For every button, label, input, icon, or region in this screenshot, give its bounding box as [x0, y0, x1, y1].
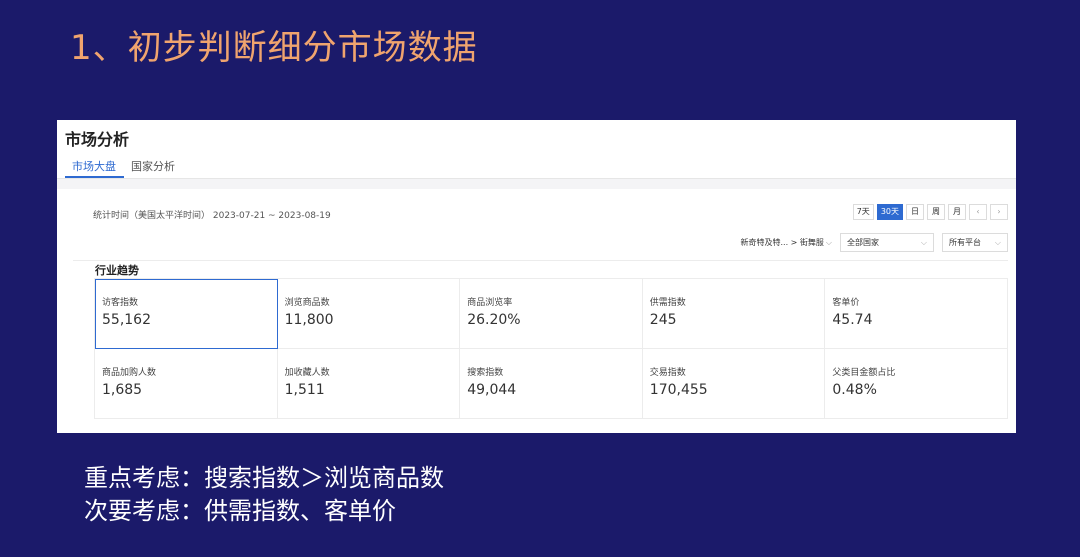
metric-label: 客单价: [832, 298, 860, 308]
tab-market-overview[interactable]: 市场大盘: [65, 156, 124, 178]
metric-card-browsed-products[interactable]: 浏览商品数 11,800: [277, 279, 461, 349]
country-select-value: 全部国家: [847, 238, 879, 247]
metric-value: 49,044: [467, 382, 517, 398]
market-analysis-screenshot: 市场分析 市场大盘 国家分析 统计时间（美国太平洋时间） 2023-07-21 …: [57, 120, 1016, 433]
country-select[interactable]: 全部国家 ⌵: [840, 233, 934, 252]
period-week-button[interactable]: 周: [927, 204, 945, 220]
metric-label: 供需指数: [649, 298, 686, 308]
metric-card-visitor-index[interactable]: 访客指数 55,162: [95, 279, 278, 349]
platform-select[interactable]: 所有平台 ⌵: [942, 233, 1008, 252]
metric-label: 加收藏人数: [284, 368, 330, 378]
metric-label: 商品浏览率: [467, 298, 513, 308]
date-range-text: 统计时间（美国太平洋时间） 2023-07-21 ~ 2023-08-19: [93, 211, 331, 221]
metric-value: 45.74: [832, 312, 873, 328]
metric-value: 1,511: [284, 382, 325, 398]
tab-country-analysis[interactable]: 国家分析: [124, 156, 183, 178]
category-path-select[interactable]: 新奇特及特... > 街舞服 ⌵: [741, 237, 833, 248]
note-secondary: 次要考虑：供需指数、客单价: [84, 497, 396, 525]
metric-label: 搜索指数: [467, 368, 504, 378]
period-selector: 7天 30天 日 周 月 ‹ ›: [852, 204, 1008, 220]
category-path-label: 新奇特及特... > 街舞服: [740, 238, 824, 247]
metric-value: 26.20%: [467, 312, 521, 328]
metric-card-transaction-index[interactable]: 交易指数 170,455: [642, 349, 826, 419]
metric-value: 11,800: [284, 312, 334, 328]
period-day-button[interactable]: 日: [906, 204, 924, 220]
metric-value: 245: [649, 312, 677, 328]
tab-bar: 市场大盘 国家分析: [65, 156, 183, 178]
chevron-left-icon[interactable]: ‹: [969, 204, 987, 220]
metric-label: 交易指数: [649, 368, 686, 378]
metric-card-supply-demand-index[interactable]: 供需指数 245: [642, 279, 826, 349]
metric-value: 0.48%: [832, 382, 877, 398]
metric-card-search-index[interactable]: 搜索指数 49,044: [460, 349, 643, 419]
metric-value: 170,455: [649, 382, 708, 398]
metric-grid: 访客指数 55,162 浏览商品数 11,800 商品浏览率 26.20% 供需…: [94, 278, 1008, 419]
metric-card-avg-order-value[interactable]: 客单价 45.74: [825, 279, 1008, 349]
metric-value: 55,162: [102, 312, 151, 328]
chevron-right-icon[interactable]: ›: [990, 204, 1008, 220]
period-month-button[interactable]: 月: [948, 204, 966, 220]
metric-card-favorite-users[interactable]: 加收藏人数 1,511: [277, 349, 461, 419]
platform-select-value: 所有平台: [949, 238, 981, 247]
section-gap: [57, 179, 1016, 189]
metric-label: 浏览商品数: [284, 298, 330, 308]
chevron-down-icon: ⌵: [920, 238, 927, 247]
note-primary: 重点考虑：搜索指数＞浏览商品数: [84, 464, 444, 492]
metric-card-add-to-cart-users[interactable]: 商品加购人数 1,685: [95, 349, 278, 419]
slide-title: 1、初步判断细分市场数据: [70, 28, 478, 68]
period-7d-button[interactable]: 7天: [852, 204, 874, 220]
metric-value: 1,685: [102, 382, 143, 398]
metric-label: 商品加购人数: [102, 368, 157, 378]
metric-card-parent-category-share[interactable]: 父类目金额占比 0.48%: [825, 349, 1008, 419]
metric-card-product-view-rate[interactable]: 商品浏览率 26.20%: [460, 279, 643, 349]
metric-label: 访客指数: [102, 298, 139, 308]
chevron-down-icon: ⌵: [825, 238, 832, 247]
filter-bar: 新奇特及特... > 街舞服 ⌵ 全部国家 ⌵ 所有平台 ⌵: [741, 233, 1008, 252]
slide-notes: 重点考虑：搜索指数＞浏览商品数 次要考虑：供需指数、客单价: [84, 462, 444, 528]
page-title: 市场分析: [65, 130, 130, 149]
section-title: 行业趋势: [95, 264, 139, 277]
chevron-down-icon: ⌵: [994, 238, 1001, 247]
period-30d-button[interactable]: 30天: [876, 204, 903, 220]
section-divider: [73, 260, 1008, 261]
metric-label: 父类目金额占比: [832, 368, 896, 378]
